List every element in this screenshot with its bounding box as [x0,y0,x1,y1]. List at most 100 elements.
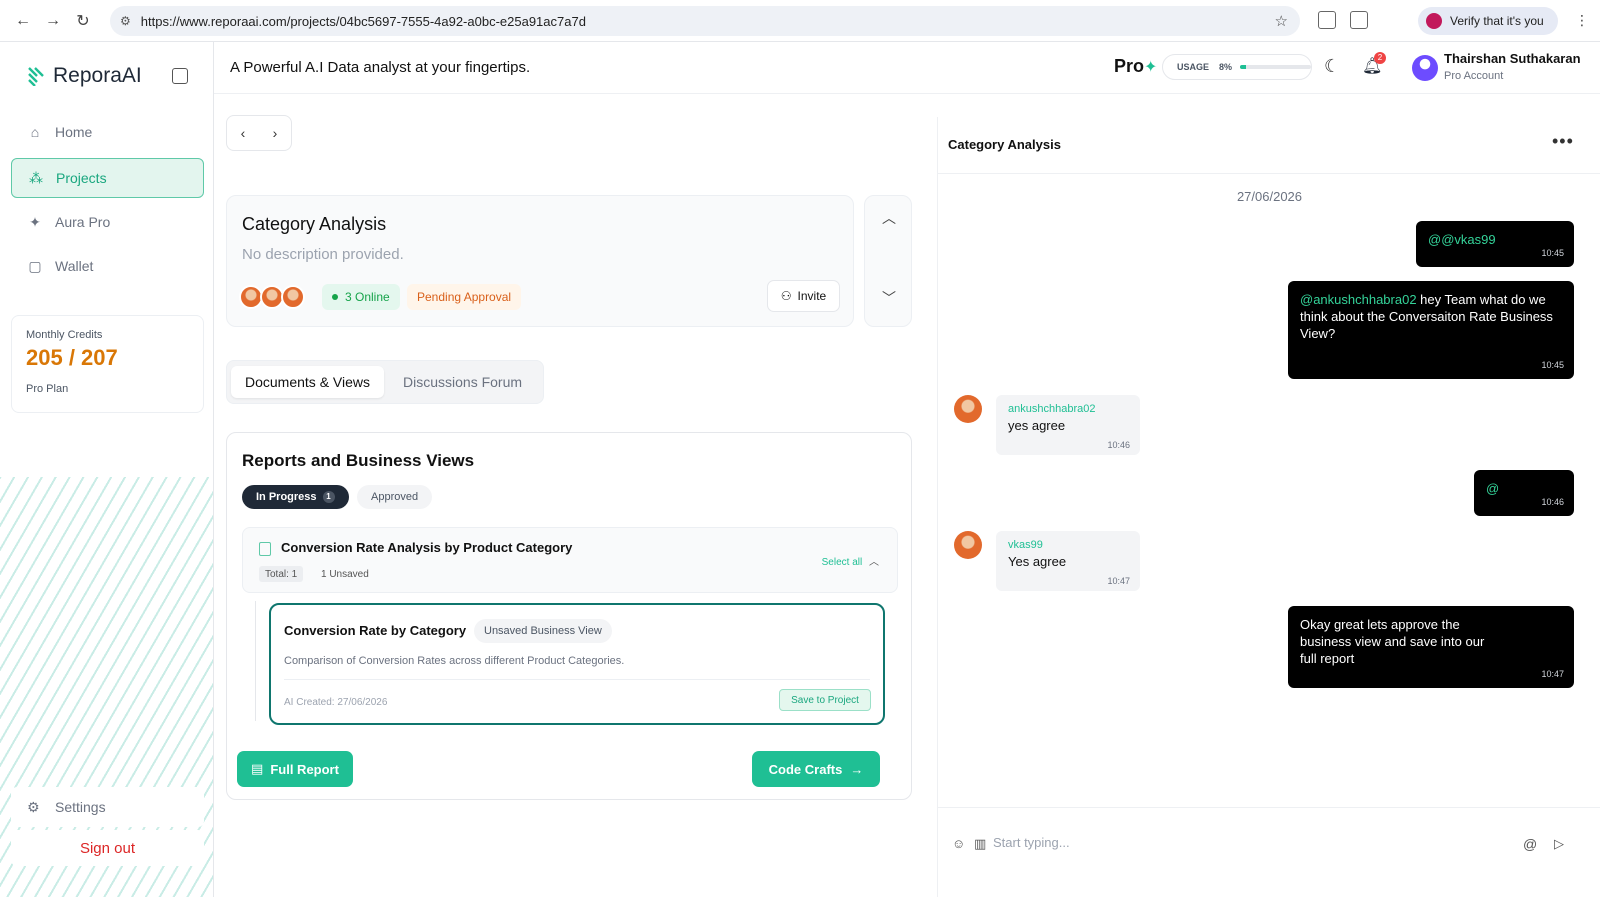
message-time: 10:45 [1541,360,1564,370]
avatar [954,531,982,559]
profile-icon [1426,13,1442,29]
mention-icon[interactable]: @ [1523,836,1537,852]
address-bar[interactable]: ⚙ https://www.reporaai.com/projects/04bc… [110,6,1300,36]
collapse-sidebar-icon[interactable] [172,68,188,84]
online-label: 3 Online [345,290,390,304]
site-settings-icon[interactable]: ⚙ [120,14,131,28]
mention[interactable]: @ankushchhabra02 [1300,292,1417,307]
total-badge: Total: 1 [259,566,304,582]
chat-date: 27/06/2026 [1236,189,1303,204]
monthly-credits-card: Monthly Credits 205 / 207 Pro Plan [11,315,204,413]
verify-label: Verify that it's you [1450,14,1544,28]
sidebar-item-label: Home [55,124,93,140]
message-time: 10:45 [1541,248,1564,258]
code-crafts-label: Code Crafts [768,761,843,777]
dark-mode-icon[interactable]: ☾ [1324,56,1340,77]
app-logo[interactable]: ReporaAI [27,64,142,88]
chevron-right-icon[interactable]: › [273,125,278,141]
sidebar-item-home[interactable]: ⌂ Home [11,112,204,152]
emoji-icon[interactable]: ☺ [952,836,965,851]
sparkle-icon: ✦ [1144,59,1158,76]
usage-label: USAGE [1177,62,1210,72]
sidebar-item-projects[interactable]: ⁂ Projects [11,158,204,198]
invite-button[interactable]: ⚇ Invite [767,280,840,312]
plan-name: Pro Plan [26,383,69,395]
online-badge: 3 Online [322,284,400,310]
select-all-label: Select all [821,557,863,568]
extension-icon[interactable] [1318,11,1336,29]
project-nav-card: ︿ ﹀ [864,195,912,327]
message-input[interactable]: Start typing... [993,835,1070,850]
projects-icon: ⁂ [29,169,43,186]
select-all-button[interactable]: Select all ︿ [822,553,879,568]
chat-message: ankushchhabra02 yes agree 10:46 [996,395,1140,455]
message-text: Yes agree [1008,554,1067,569]
browser-menu-icon[interactable]: ⋮ [1575,12,1589,29]
verify-identity-button[interactable]: Verify that it's you [1418,7,1558,35]
logo-text: ReporaAI [53,64,142,87]
bookmark-star-icon[interactable]: ☆ [1275,12,1288,30]
message-author[interactable]: vkas99 [1008,539,1128,551]
url-text: https://www.reporaai.com/projects/04bc56… [140,13,586,29]
browser-toolbar: ← → ↻ ⚙ https://www.reporaai.com/project… [0,0,1600,42]
usage-track [1240,65,1311,69]
user-role: Pro Account [1444,70,1504,82]
chat-message: @ankushchhabra02 hey Team what do we thi… [1288,281,1574,379]
chevron-up-icon[interactable]: ︿ [882,208,896,228]
tab-documents-views[interactable]: Documents & Views [231,366,385,398]
sidebar: ReporaAI ⌂ Home ⁂ Projects ✦ Aura Pro ▢ … [0,42,214,897]
divider [284,679,870,680]
sidebar-item-label: Aura Pro [55,214,111,230]
history-pager: ‹ › [226,115,292,151]
filter-count: 1 [322,491,335,503]
project-description: No description provided. [242,246,404,263]
message-time: 10:46 [1541,497,1564,507]
full-report-button[interactable]: ▤ Full Report [237,751,353,787]
mention[interactable]: @@vkas99 [1428,232,1496,247]
message-text: Okay great lets approve the business vie… [1300,617,1485,666]
chat-header: Category Analysis ••• [938,117,1600,174]
reports-panel: Reports and Business Views In Progress 1… [226,432,912,800]
settings-button[interactable]: ⚙ Settings [11,787,204,827]
reload-icon[interactable]: ↻ [70,8,96,34]
chart-icon[interactable]: ▥ [974,836,986,852]
project-title: Category Analysis [242,214,387,234]
report-group-title: Conversion Rate Analysis by Product Cate… [281,540,573,555]
document-icon [259,542,271,556]
report-group[interactable]: Conversion Rate Analysis by Product Cate… [242,527,898,593]
chevron-down-icon[interactable]: ﹀ [882,288,896,308]
more-options-icon[interactable]: ••• [1552,131,1574,152]
chat-message: @@vkas99 10:45 [1416,221,1574,267]
send-icon[interactable]: ▷ [1554,836,1564,852]
report-icon: ▤ [251,761,264,776]
status-badge: Unsaved Business View [474,619,612,643]
filter-label: In Progress [256,491,317,503]
view-title: Conversion Rate by Category [284,623,467,638]
sidebar-item-label: Projects [56,170,107,186]
code-crafts-button[interactable]: Code Crafts → [752,751,880,787]
notification-count: 2 [1374,52,1386,64]
chevron-left-icon[interactable]: ‹ [241,125,246,141]
message-text: yes agree [1008,418,1066,433]
extensions-puzzle-icon[interactable] [1350,11,1368,29]
save-to-project-button[interactable]: Save to Project [779,689,871,711]
filter-approved[interactable]: Approved [357,485,433,509]
filter-in-progress[interactable]: In Progress 1 [242,485,349,509]
usage-meter: USAGE 8% [1162,54,1312,80]
message-author[interactable]: ankushchhabra02 [1008,403,1128,415]
pro-label: Pro [1114,56,1145,76]
sidebar-item-aura-pro[interactable]: ✦ Aura Pro [11,202,204,242]
business-view-card[interactable]: Conversion Rate by Category Unsaved Busi… [269,603,885,725]
forward-icon[interactable]: → [40,8,66,34]
tree-connector [255,601,256,721]
back-icon[interactable]: ← [10,8,36,34]
sidebar-item-wallet[interactable]: ▢ Wallet [11,246,204,286]
sign-out-button[interactable]: Sign out [11,830,204,866]
mention[interactable]: @ [1486,481,1499,496]
full-report-label: Full Report [270,761,339,777]
avatar[interactable] [1412,55,1438,81]
message-composer: ☺ ▥ Start typing... @ ▷ [938,807,1600,877]
user-name[interactable]: Thairshan Suthakaran [1444,51,1581,66]
tab-discussions-forum[interactable]: Discussions Forum [389,366,536,398]
credits-label: Monthly Credits [26,329,103,341]
